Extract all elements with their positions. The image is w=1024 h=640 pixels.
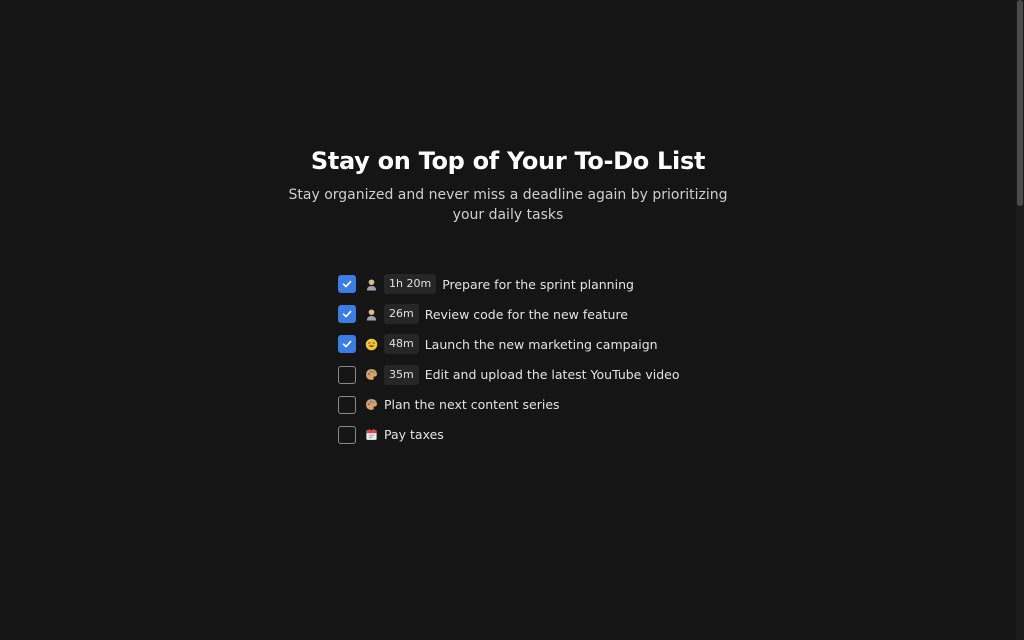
- person-icon: [364, 307, 378, 321]
- task-item[interactable]: 48m Launch the new marketing campaign: [338, 334, 758, 355]
- page: Stay on Top of Your To-Do List Stay orga…: [0, 0, 1024, 640]
- task-checkbox[interactable]: [338, 395, 356, 414]
- task-label: Launch the new marketing campaign: [424, 336, 658, 352]
- duration-badge: 1h 20m: [384, 274, 437, 294]
- palette-icon: [364, 398, 378, 412]
- hero: Stay on Top of Your To-Do List Stay orga…: [0, 145, 1016, 225]
- task-item[interactable]: Plan the next content series: [338, 395, 758, 415]
- palette-icon: [364, 368, 378, 382]
- task-checkbox[interactable]: [338, 275, 356, 293]
- task-label: Edit and upload the latest YouTube video: [424, 367, 680, 383]
- task-item[interactable]: Pay taxes: [338, 425, 758, 445]
- duration-badge: 26m: [384, 304, 419, 325]
- task-list: 1h 20m Prepare for the sprint planning 2…: [338, 274, 758, 455]
- task-checkbox[interactable]: [338, 335, 356, 354]
- duration-badge: 35m: [384, 364, 419, 385]
- calendar-icon: [364, 428, 378, 442]
- task-checkbox[interactable]: [338, 305, 356, 324]
- scrollbar-thumb[interactable]: [1017, 0, 1023, 206]
- scrollbar[interactable]: [1016, 0, 1024, 640]
- task-label: Plan the next content series: [384, 397, 560, 413]
- task-item[interactable]: 26m Review code for the new feature: [338, 304, 758, 325]
- task-label: Prepare for the sprint planning: [442, 276, 634, 292]
- task-checkbox[interactable]: [338, 425, 356, 444]
- task-item[interactable]: 35m Edit and upload the latest YouTube v…: [338, 364, 758, 385]
- task-label: Pay taxes: [384, 427, 444, 443]
- page-subtitle: Stay organized and never miss a deadline…: [288, 187, 728, 223]
- task-checkbox[interactable]: [338, 365, 356, 384]
- duration-badge: 48m: [384, 334, 419, 355]
- task-label: Review code for the new feature: [424, 306, 628, 322]
- page-title: Stay on Top of Your To-Do List: [310, 147, 706, 175]
- person-icon: [364, 277, 378, 291]
- grin-icon: [364, 337, 378, 351]
- task-item[interactable]: 1h 20m Prepare for the sprint planning: [338, 274, 758, 294]
